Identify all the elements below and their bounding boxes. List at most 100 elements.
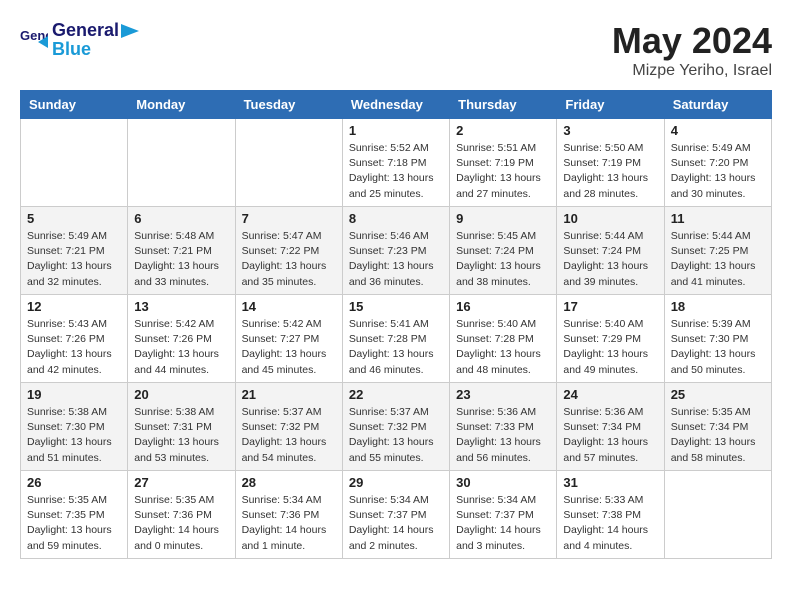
header-day: Thursday [450, 91, 557, 119]
day-number: 12 [27, 299, 121, 314]
calendar-cell: 27 Sunrise: 5:35 AM Sunset: 7:36 PM Dayli… [128, 471, 235, 559]
day-info: Sunrise: 5:45 AM Sunset: 7:24 PM Dayligh… [456, 229, 550, 290]
calendar-cell: 2Sunrise: 5:51 AM Sunset: 7:19 PM Daylig… [450, 119, 557, 207]
calendar-cell: 20 Sunrise: 5:38 AM Sunset: 7:31 PM Dayli… [128, 383, 235, 471]
day-number: 15 [349, 299, 443, 314]
day-info: Sunrise: 5:38 AM Sunset: 7:31 PM Dayligh… [134, 405, 228, 466]
calendar-cell: 4 Sunrise: 5:49 AM Sunset: 7:20 PM Daylig… [664, 119, 771, 207]
calendar-cell [128, 119, 235, 207]
calendar-cell: 13 Sunrise: 5:42 AM Sunset: 7:26 PM Dayli… [128, 295, 235, 383]
day-info: Sunrise: 5:50 AM Sunset: 7:19 PM Dayligh… [563, 141, 657, 202]
day-number: 5 [27, 211, 121, 226]
calendar-cell: 6 Sunrise: 5:48 AM Sunset: 7:21 PM Daylig… [128, 207, 235, 295]
header-day: Monday [128, 91, 235, 119]
header-day: Friday [557, 91, 664, 119]
calendar-cell: 17 Sunrise: 5:40 AM Sunset: 7:29 PM Dayli… [557, 295, 664, 383]
day-number: 1 [349, 123, 443, 138]
day-number: 29 [349, 475, 443, 490]
page-header: General General Blue May 2024 Mizpe Yeri… [20, 20, 772, 80]
day-info: Sunrise: 5:43 AM Sunset: 7:26 PM Dayligh… [27, 317, 121, 378]
day-info: Sunrise: 5:34 AM Sunset: 7:37 PM Dayligh… [456, 493, 550, 554]
day-info: Sunrise: 5:40 AM Sunset: 7:28 PM Dayligh… [456, 317, 550, 378]
day-info: Sunrise: 5:44 AM Sunset: 7:24 PM Dayligh… [563, 229, 657, 290]
calendar-cell: 14 Sunrise: 5:42 AM Sunset: 7:27 PM Dayli… [235, 295, 342, 383]
header-day: Saturday [664, 91, 771, 119]
day-number: 19 [27, 387, 121, 402]
calendar-cell: 30Sunrise: 5:34 AM Sunset: 7:37 PM Dayli… [450, 471, 557, 559]
calendar-cell: 10 Sunrise: 5:44 AM Sunset: 7:24 PM Dayli… [557, 207, 664, 295]
calendar-cell: 28 Sunrise: 5:34 AM Sunset: 7:36 PM Dayli… [235, 471, 342, 559]
calendar-header: SundayMondayTuesdayWednesdayThursdayFrid… [21, 91, 772, 119]
day-info: Sunrise: 5:38 AM Sunset: 7:30 PM Dayligh… [27, 405, 121, 466]
calendar-cell: 11Sunrise: 5:44 AM Sunset: 7:25 PM Dayli… [664, 207, 771, 295]
day-number: 14 [242, 299, 336, 314]
day-info: Sunrise: 5:34 AM Sunset: 7:36 PM Dayligh… [242, 493, 336, 554]
day-number: 6 [134, 211, 228, 226]
calendar-cell: 15 Sunrise: 5:41 AM Sunset: 7:28 PM Dayli… [342, 295, 449, 383]
day-info: Sunrise: 5:40 AM Sunset: 7:29 PM Dayligh… [563, 317, 657, 378]
day-number: 11 [671, 211, 765, 226]
calendar-cell: 25 Sunrise: 5:35 AM Sunset: 7:34 PM Dayli… [664, 383, 771, 471]
header-day: Sunday [21, 91, 128, 119]
day-info: Sunrise: 5:39 AM Sunset: 7:30 PM Dayligh… [671, 317, 765, 378]
calendar-week: 12 Sunrise: 5:43 AM Sunset: 7:26 PM Dayli… [21, 295, 772, 383]
day-number: 23 [456, 387, 550, 402]
calendar-cell: 18Sunrise: 5:39 AM Sunset: 7:30 PM Dayli… [664, 295, 771, 383]
day-number: 21 [242, 387, 336, 402]
calendar-cell: 23Sunrise: 5:36 AM Sunset: 7:33 PM Dayli… [450, 383, 557, 471]
calendar-week: 19 Sunrise: 5:38 AM Sunset: 7:30 PM Dayli… [21, 383, 772, 471]
logo: General General Blue [20, 20, 139, 60]
day-number: 24 [563, 387, 657, 402]
day-number: 7 [242, 211, 336, 226]
calendar-week: 1Sunrise: 5:52 AM Sunset: 7:18 PM Daylig… [21, 119, 772, 207]
calendar-cell [235, 119, 342, 207]
calendar-cell: 5Sunrise: 5:49 AM Sunset: 7:21 PM Daylig… [21, 207, 128, 295]
calendar-week: 5Sunrise: 5:49 AM Sunset: 7:21 PM Daylig… [21, 207, 772, 295]
day-number: 2 [456, 123, 550, 138]
calendar-week: 26Sunrise: 5:35 AM Sunset: 7:35 PM Dayli… [21, 471, 772, 559]
day-number: 20 [134, 387, 228, 402]
day-info: Sunrise: 5:37 AM Sunset: 7:32 PM Dayligh… [349, 405, 443, 466]
logo-blue: Blue [52, 39, 139, 60]
calendar-cell: 12 Sunrise: 5:43 AM Sunset: 7:26 PM Dayli… [21, 295, 128, 383]
day-info: Sunrise: 5:42 AM Sunset: 7:26 PM Dayligh… [134, 317, 228, 378]
day-number: 16 [456, 299, 550, 314]
day-info: Sunrise: 5:37 AM Sunset: 7:32 PM Dayligh… [242, 405, 336, 466]
day-info: Sunrise: 5:49 AM Sunset: 7:20 PM Dayligh… [671, 141, 765, 202]
day-number: 9 [456, 211, 550, 226]
day-number: 8 [349, 211, 443, 226]
calendar-cell: 21 Sunrise: 5:37 AM Sunset: 7:32 PM Dayli… [235, 383, 342, 471]
day-number: 13 [134, 299, 228, 314]
location: Mizpe Yeriho, Israel [612, 62, 772, 80]
day-number: 3 [563, 123, 657, 138]
header-day: Wednesday [342, 91, 449, 119]
day-info: Sunrise: 5:46 AM Sunset: 7:23 PM Dayligh… [349, 229, 443, 290]
calendar-cell [21, 119, 128, 207]
day-number: 25 [671, 387, 765, 402]
day-info: Sunrise: 5:47 AM Sunset: 7:22 PM Dayligh… [242, 229, 336, 290]
day-number: 27 [134, 475, 228, 490]
title-block: May 2024 Mizpe Yeriho, Israel [612, 20, 772, 80]
day-info: Sunrise: 5:35 AM Sunset: 7:34 PM Dayligh… [671, 405, 765, 466]
month-title: May 2024 [612, 20, 772, 62]
calendar-cell: 3 Sunrise: 5:50 AM Sunset: 7:19 PM Daylig… [557, 119, 664, 207]
day-info: Sunrise: 5:42 AM Sunset: 7:27 PM Dayligh… [242, 317, 336, 378]
calendar-body: 1Sunrise: 5:52 AM Sunset: 7:18 PM Daylig… [21, 119, 772, 559]
day-number: 28 [242, 475, 336, 490]
day-info: Sunrise: 5:36 AM Sunset: 7:34 PM Dayligh… [563, 405, 657, 466]
day-number: 31 [563, 475, 657, 490]
day-number: 4 [671, 123, 765, 138]
logo-icon: General [20, 26, 48, 54]
day-info: Sunrise: 5:48 AM Sunset: 7:21 PM Dayligh… [134, 229, 228, 290]
day-info: Sunrise: 5:35 AM Sunset: 7:36 PM Dayligh… [134, 493, 228, 554]
day-info: Sunrise: 5:34 AM Sunset: 7:37 PM Dayligh… [349, 493, 443, 554]
day-number: 10 [563, 211, 657, 226]
calendar-cell: 26Sunrise: 5:35 AM Sunset: 7:35 PM Dayli… [21, 471, 128, 559]
day-number: 17 [563, 299, 657, 314]
day-number: 26 [27, 475, 121, 490]
calendar-cell: 16 Sunrise: 5:40 AM Sunset: 7:28 PM Dayli… [450, 295, 557, 383]
day-info: Sunrise: 5:41 AM Sunset: 7:28 PM Dayligh… [349, 317, 443, 378]
logo-general: General [52, 20, 119, 41]
calendar-cell: 29 Sunrise: 5:34 AM Sunset: 7:37 PM Dayli… [342, 471, 449, 559]
day-info: Sunrise: 5:33 AM Sunset: 7:38 PM Dayligh… [563, 493, 657, 554]
